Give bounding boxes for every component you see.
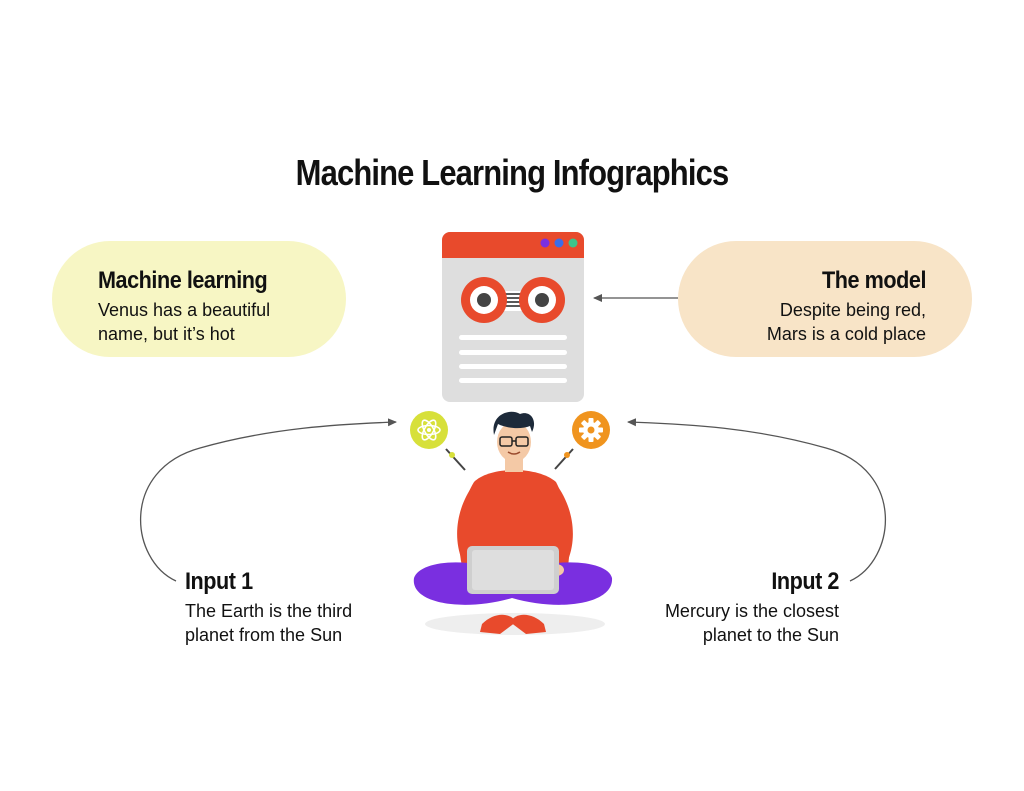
arrow-input2-curve <box>627 418 887 582</box>
browser-window-robot-icon <box>442 232 584 402</box>
input-2-heading: Input 2 <box>771 568 839 595</box>
input-1-line-2: planet from the Sun <box>185 625 343 645</box>
gear-icon <box>554 411 610 470</box>
model-block: The model Despite being red, Mars is a c… <box>690 266 927 346</box>
machine-learning-block: Machine learning Venus has a beautiful n… <box>98 266 338 346</box>
model-line-2: Mars is a cold place <box>766 324 926 344</box>
machine-learning-heading: Machine learning <box>98 267 268 294</box>
machine-learning-line-2: name, but it’s hot <box>98 324 235 344</box>
diagram-artwork <box>139 232 887 635</box>
model-line-1: Despite being red, <box>779 300 926 320</box>
machine-learning-line-1: Venus has a beautiful <box>98 300 271 320</box>
arrow-input1-curve <box>139 418 397 582</box>
input-2-block: Input 2 Mercury is the closest planet to… <box>620 567 840 647</box>
input-1-line-1: The Earth is the third <box>185 601 353 621</box>
infographic: Machine Learning Infographics Machine le… <box>0 0 1024 791</box>
model-heading: The model <box>822 267 926 294</box>
input-2-line-2: planet to the Sun <box>702 625 839 645</box>
input-1-block: Input 1 The Earth is the third planet fr… <box>185 567 405 647</box>
input-1-heading: Input 1 <box>185 568 253 595</box>
input-2-line-1: Mercury is the closest <box>664 601 839 621</box>
atom-icon <box>410 411 466 471</box>
